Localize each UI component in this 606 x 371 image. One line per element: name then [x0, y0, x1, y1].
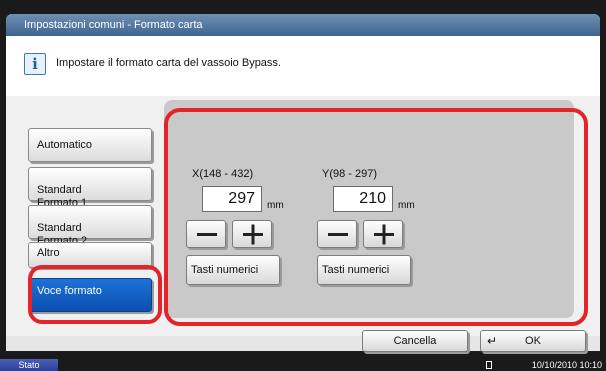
y-numeric-keys-label: Tasti numerici	[322, 264, 390, 276]
window-title: Impostazioni comuni - Formato carta	[6, 14, 600, 36]
plus-icon	[374, 224, 394, 245]
sidebar-item-standard-formato-1[interactable]: Standard Formato 1	[28, 167, 152, 209]
info-area: i Impostare il formato carta del vassoio…	[6, 36, 600, 96]
enter-icon: ↵	[487, 334, 498, 348]
info-message: Impostare il formato carta del vassoio B…	[56, 57, 281, 69]
ok-button-label: OK	[525, 335, 541, 347]
plus-icon	[243, 224, 263, 245]
sidebar-item-standard-formato-2[interactable]: Standard Formato 2	[28, 205, 152, 247]
cancel-button-label: Cancella	[393, 335, 437, 347]
x-value-field[interactable]: 297	[202, 186, 262, 212]
sidebar-item-label: Automatico	[37, 139, 93, 151]
y-value: 210	[359, 190, 386, 207]
cancel-button[interactable]: Cancella	[362, 330, 468, 352]
x-increment-button[interactable]	[232, 220, 272, 248]
stato-button[interactable]: Stato	[0, 359, 58, 371]
y-numeric-keys-button[interactable]: Tasti numerici	[317, 255, 411, 285]
x-unit-label: mm	[267, 200, 284, 211]
y-value-field[interactable]: 210	[333, 186, 393, 212]
x-decrement-button[interactable]	[186, 220, 226, 248]
y-unit-label: mm	[398, 200, 415, 211]
sidebar-item-automatico[interactable]: Automatico	[28, 128, 152, 162]
document-icon	[486, 361, 492, 369]
sidebar-item-voce-formato[interactable]: Voce formato	[28, 278, 152, 312]
minus-icon	[328, 233, 348, 236]
ok-button[interactable]: ↵ OK	[480, 330, 586, 352]
x-numeric-keys-label: Tasti numerici	[191, 264, 259, 276]
x-value: 297	[228, 190, 255, 207]
sidebar-item-label: Altro	[37, 247, 60, 259]
datetime-display: 10/10/2010 10:10	[531, 360, 602, 370]
sidebar-item-altro[interactable]: Altro	[28, 242, 152, 268]
y-decrement-button[interactable]	[317, 220, 357, 248]
sidebar-item-label: Voce formato	[37, 285, 102, 297]
x-range-label: X(148 - 432)	[192, 168, 254, 180]
minus-icon	[197, 233, 217, 236]
stato-label: Stato	[18, 360, 40, 370]
info-icon: i	[24, 53, 46, 75]
y-range-label: Y(98 - 297)	[322, 168, 378, 180]
y-increment-button[interactable]	[363, 220, 403, 248]
status-bar	[0, 359, 606, 371]
x-numeric-keys-button[interactable]: Tasti numerici	[186, 255, 280, 285]
